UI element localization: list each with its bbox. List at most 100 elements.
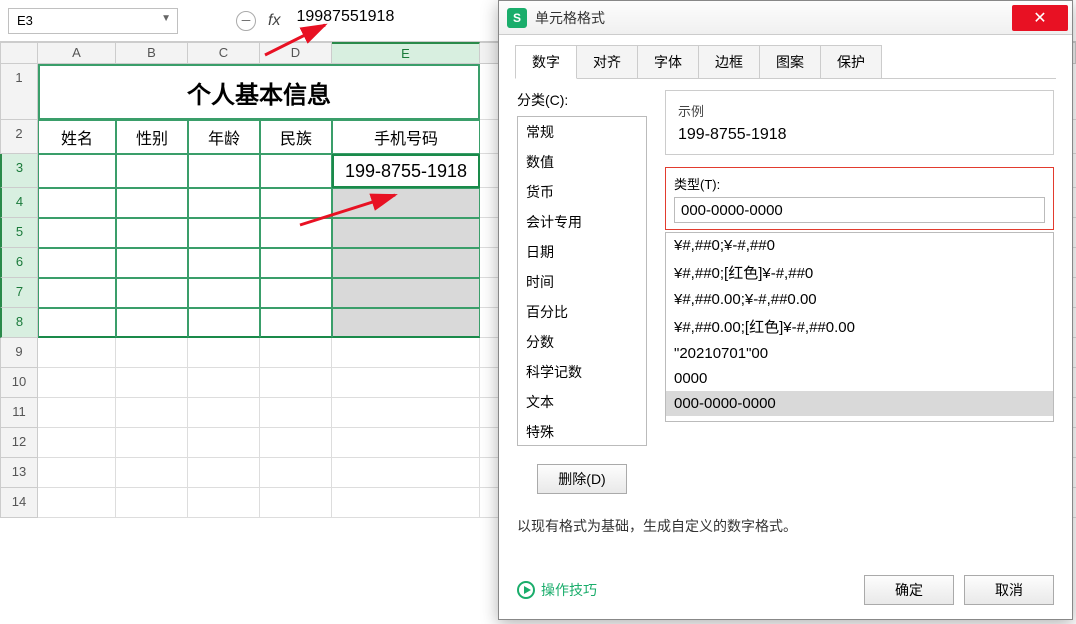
zoom-out-icon[interactable]: －: [236, 11, 256, 31]
cell[interactable]: [188, 398, 260, 428]
cell[interactable]: [332, 368, 480, 398]
cell[interactable]: [260, 368, 332, 398]
cell[interactable]: [116, 308, 188, 338]
cell[interactable]: [260, 248, 332, 278]
cell[interactable]: [38, 368, 116, 398]
cell[interactable]: [332, 188, 480, 218]
row-header-9[interactable]: 9: [0, 338, 38, 368]
row-header-8[interactable]: 8: [0, 308, 38, 338]
row-header-12[interactable]: 12: [0, 428, 38, 458]
format-item[interactable]: ¥#,##0;¥-#,##0: [666, 233, 1053, 258]
row-header-6[interactable]: 6: [0, 248, 38, 278]
cell[interactable]: [188, 428, 260, 458]
cell[interactable]: [38, 398, 116, 428]
format-item[interactable]: ¥#,##0.00;¥-#,##0.00: [666, 287, 1053, 312]
close-button[interactable]: ✕: [1012, 5, 1068, 31]
row-header-14[interactable]: 14: [0, 488, 38, 518]
col-header-E[interactable]: E: [332, 42, 480, 64]
cat-number[interactable]: 数值: [518, 147, 646, 177]
cell[interactable]: [38, 458, 116, 488]
cell[interactable]: [260, 458, 332, 488]
cell[interactable]: [332, 308, 480, 338]
cell[interactable]: [116, 218, 188, 248]
cat-accounting[interactable]: 会计专用: [518, 207, 646, 237]
dialog-titlebar[interactable]: S 单元格格式 ✕: [499, 1, 1072, 35]
type-input[interactable]: [674, 197, 1045, 223]
category-list[interactable]: 常规 数值 货币 会计专用 日期 时间 百分比 分数 科学记数 文本 特殊 自定…: [517, 116, 647, 446]
cell[interactable]: [260, 308, 332, 338]
row-header-3[interactable]: 3: [0, 154, 38, 188]
cat-text[interactable]: 文本: [518, 387, 646, 417]
cell[interactable]: [260, 428, 332, 458]
col-header-D[interactable]: D: [260, 42, 332, 64]
cell[interactable]: [116, 488, 188, 518]
cat-percent[interactable]: 百分比: [518, 297, 646, 327]
cell[interactable]: [188, 458, 260, 488]
cell[interactable]: [116, 428, 188, 458]
cell[interactable]: [332, 338, 480, 368]
cell[interactable]: [188, 278, 260, 308]
select-all-corner[interactable]: [0, 42, 38, 64]
cell[interactable]: [188, 188, 260, 218]
tab-border[interactable]: 边框: [698, 45, 760, 79]
format-item[interactable]: 0000: [666, 366, 1053, 391]
cell[interactable]: [116, 338, 188, 368]
format-item[interactable]: ¥#,##0.00;[红色]¥-#,##0.00: [666, 312, 1053, 341]
fx-icon[interactable]: fx: [268, 12, 280, 30]
row-header-1[interactable]: 1: [0, 64, 38, 120]
delete-button[interactable]: 删除(D): [537, 464, 627, 494]
chevron-down-icon[interactable]: ▼: [161, 13, 171, 24]
cell[interactable]: [38, 278, 116, 308]
format-item[interactable]: 000-0000-0000: [666, 391, 1053, 416]
tab-pattern[interactable]: 图案: [759, 45, 821, 79]
col-header-A[interactable]: A: [38, 42, 116, 64]
row-header-7[interactable]: 7: [0, 278, 38, 308]
format-item[interactable]: "20210701"00: [666, 341, 1053, 366]
cell[interactable]: [38, 428, 116, 458]
cell[interactable]: [260, 488, 332, 518]
row-header-11[interactable]: 11: [0, 398, 38, 428]
cell[interactable]: [188, 368, 260, 398]
tips-link[interactable]: 操作技巧: [517, 580, 597, 600]
cell[interactable]: [332, 428, 480, 458]
header-name[interactable]: 姓名: [38, 120, 116, 154]
row-header-5[interactable]: 5: [0, 218, 38, 248]
cell[interactable]: [38, 248, 116, 278]
cell[interactable]: [332, 458, 480, 488]
cell[interactable]: [188, 248, 260, 278]
cell[interactable]: [188, 488, 260, 518]
cell-A3[interactable]: [38, 154, 116, 188]
ok-button[interactable]: 确定: [864, 575, 954, 605]
cell[interactable]: [116, 458, 188, 488]
cell[interactable]: [188, 218, 260, 248]
cat-scientific[interactable]: 科学记数: [518, 357, 646, 387]
cell-E3[interactable]: 199-8755-1918: [332, 154, 480, 188]
row-header-10[interactable]: 10: [0, 368, 38, 398]
cell[interactable]: [260, 398, 332, 428]
cell[interactable]: [188, 308, 260, 338]
cell-D3[interactable]: [260, 154, 332, 188]
format-item[interactable]: ¥#,##0;[红色]¥-#,##0: [666, 258, 1053, 287]
col-header-B[interactable]: B: [116, 42, 188, 64]
format-list[interactable]: ¥#,##0;¥-#,##0 ¥#,##0;[红色]¥-#,##0 ¥#,##0…: [665, 232, 1054, 422]
cell[interactable]: [116, 398, 188, 428]
header-ethnic[interactable]: 民族: [260, 120, 332, 154]
cell[interactable]: [260, 338, 332, 368]
cell[interactable]: [38, 338, 116, 368]
cat-general[interactable]: 常规: [518, 117, 646, 147]
cancel-button[interactable]: 取消: [964, 575, 1054, 605]
row-header-13[interactable]: 13: [0, 458, 38, 488]
cell[interactable]: [332, 278, 480, 308]
cell[interactable]: [38, 488, 116, 518]
tab-protection[interactable]: 保护: [820, 45, 882, 79]
cat-fraction[interactable]: 分数: [518, 327, 646, 357]
cell-B3[interactable]: [116, 154, 188, 188]
tab-number[interactable]: 数字: [515, 45, 577, 79]
header-age[interactable]: 年龄: [188, 120, 260, 154]
cat-currency[interactable]: 货币: [518, 177, 646, 207]
cell[interactable]: [332, 218, 480, 248]
cell[interactable]: [260, 188, 332, 218]
tab-font[interactable]: 字体: [637, 45, 699, 79]
cell[interactable]: [116, 368, 188, 398]
cell-C3[interactable]: [188, 154, 260, 188]
